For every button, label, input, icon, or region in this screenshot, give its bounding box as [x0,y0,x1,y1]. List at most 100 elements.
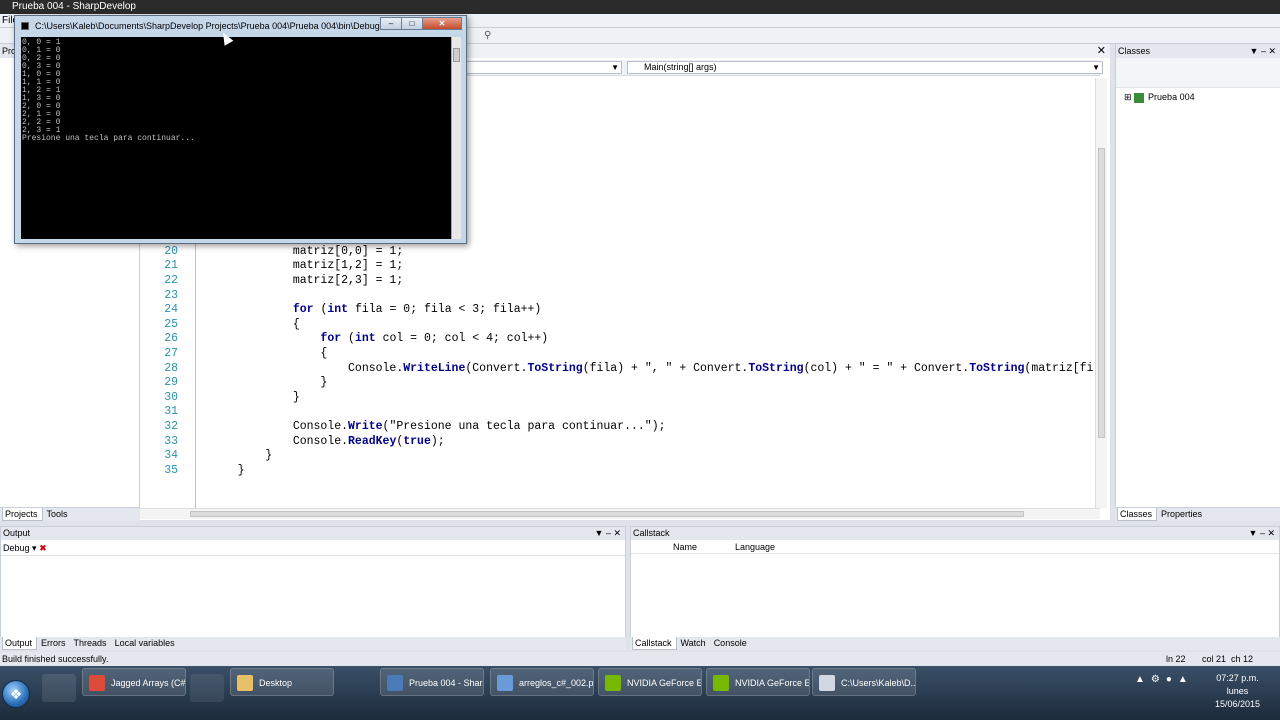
callstack-pad-tabs: Callstack Watch Console [630,637,1280,650]
code-text: Console.WriteLine(Convert.ToString(fila)… [210,361,1108,375]
tab-console[interactable]: Console [712,637,751,650]
classes-title: Classes [1118,46,1151,56]
classes-pad-title: Classes ▼ – ✕ [1116,44,1280,58]
status-message: Build finished successfully. [2,654,109,664]
code-text: for (int fila = 0; fila < 3; fila++) [292,303,542,317]
code-text: } [210,463,245,477]
close-icon[interactable]: ▼ – ✕ [1250,44,1276,58]
output-source-select[interactable]: Debug [3,543,30,553]
callstack-pad-title: Callstack ▼ – ✕ [631,527,1279,540]
column-language[interactable]: Language [735,540,775,554]
taskbar-button[interactable]: C:\Users\Kaleb\D... [812,668,916,696]
line-number: 21 [164,259,178,273]
window-controls: – □ ✕ [380,17,462,31]
column-name[interactable]: Name [673,540,697,554]
vlc-icon[interactable] [190,674,224,702]
status-bar: Build finished successfully. ln 22 col 2… [0,652,1280,666]
tab-threads[interactable]: Threads [72,637,111,650]
app-icon [89,675,105,691]
tab-tools[interactable]: Tools [45,508,72,521]
classes-pad-tabs: Classes Properties [1115,507,1280,521]
project-icon [1134,92,1145,103]
line-number: 31 [164,405,178,419]
output-title: Output [3,528,31,538]
taskbar-button[interactable]: NVIDIA GeForce E... [598,668,702,696]
search-icon[interactable]: ⚲ [484,30,491,41]
tab-local-variables[interactable]: Local variables [113,637,179,650]
taskbar-button-label: NVIDIA GeForce E... [627,678,702,688]
tab-callstack[interactable]: Callstack [632,637,677,650]
minimize-button[interactable]: – [380,17,402,30]
status-col: col 21 [1202,654,1227,664]
tree-item-label: Prueba 004 [1148,92,1195,102]
callstack-column-headers: Name Language [631,540,1279,554]
clear-icon[interactable]: ✖ [39,543,47,553]
clock-time: 07:27 p.m. [1216,673,1259,683]
tab-errors[interactable]: Errors [39,637,70,650]
tab-classes[interactable]: Classes [1117,508,1158,521]
clock[interactable]: 07:27 p.m. lunes 15/06/2015 [1215,672,1260,711]
console-output[interactable]: 0, 0 = 1 0, 1 = 0 0, 2 = 0 0, 3 = 0 1, 0… [21,37,451,239]
callstack-title: Callstack [633,528,670,538]
line-number: 27 [164,347,178,360]
taskbar-button[interactable]: Prueba 004 - Shar... [380,668,484,696]
taskbar-button[interactable]: arreglos_c#_002.p... [490,668,594,696]
line-number: 20 [164,244,178,258]
taskbar-button[interactable]: Desktop [230,668,334,696]
maximize-button[interactable]: □ [401,17,423,30]
close-icon[interactable]: ▼ – ✕ [595,527,621,540]
console-scrollbar[interactable] [451,37,461,239]
code-text: matriz[0,0] = 1; [210,244,404,258]
code-text: } [210,390,300,404]
ide-title: Prueba 004 - SharpDevelop [12,1,136,12]
taskbar-button-label: NVIDIA GeForce E... [735,678,810,688]
line-number: 35 [164,463,178,477]
code-text: matriz[2,3] = 1; [210,274,404,287]
taskbar-button-label: Prueba 004 - Shar... [409,678,484,688]
taskbar-button[interactable]: NVIDIA GeForce E... [706,668,810,696]
output-pad-tabs: Output Errors Threads Local variables [0,637,626,650]
close-icon[interactable]: ▼ – ✕ [1249,527,1275,540]
system-tray: ▲⚙●▲ 07:27 p.m. lunes 15/06/2015 [1135,666,1280,720]
status-ch: ch 12 [1231,654,1254,664]
callstack-pad: Callstack ▼ – ✕ Name Language [630,526,1280,650]
taskbar-button[interactable]: Jagged Arrays (C#... [82,668,186,696]
editor-vertical-scrollbar[interactable] [1095,78,1107,508]
taskbar-button-label: arreglos_c#_002.p... [519,678,594,688]
code-text: Console.Write("Presione una tecla para c… [210,420,666,433]
code-text: } [210,449,273,463]
tab-watch[interactable]: Watch [679,637,710,650]
line-number: 26 [164,332,178,346]
close-button[interactable]: ✕ [422,17,462,30]
tree-item-project[interactable]: ⊞ Prueba 004 [1124,92,1195,103]
taskbar-button-label: Desktop [259,678,293,688]
line-number: 29 [164,376,178,390]
tab-projects[interactable]: Projects [2,508,43,521]
start-button[interactable]: ❖ [2,680,30,708]
code-text: { [210,347,328,360]
tab-properties[interactable]: Properties [1159,508,1206,521]
console-window[interactable]: C:\Users\Kaleb\Documents\SharpDevelop Pr… [14,15,467,244]
line-number: 22 [164,274,178,287]
taskbar-button-label: Jagged Arrays (C#... [111,678,186,688]
clock-date: 15/06/2015 [1214,699,1260,709]
app-icon [387,675,403,691]
line-number: 24 [164,303,178,317]
code-text: Console.ReadKey(true); [210,434,445,448]
app-icon [713,675,729,691]
scroll-thumb[interactable] [190,511,1024,517]
tab-output[interactable]: Output [2,637,38,650]
projects-pad-tabs: Projects Tools [0,507,140,521]
editor-horizontal-scrollbar[interactable] [140,508,1100,519]
scroll-thumb[interactable] [453,48,460,62]
ie-icon[interactable] [42,674,76,702]
app-icon [237,675,253,691]
console-icon [21,22,29,30]
output-pad: Output ▼ – ✕ Debug ▾ ✖ [0,526,626,650]
code-text: { [210,317,300,331]
code-text: for (int col = 0; col < 4; col++) [320,332,549,346]
tray-icons[interactable]: ▲⚙●▲ [1135,674,1194,685]
expand-icon[interactable]: ⊞ [1124,92,1134,102]
app-icon [605,675,621,691]
scroll-thumb[interactable] [1098,148,1105,438]
